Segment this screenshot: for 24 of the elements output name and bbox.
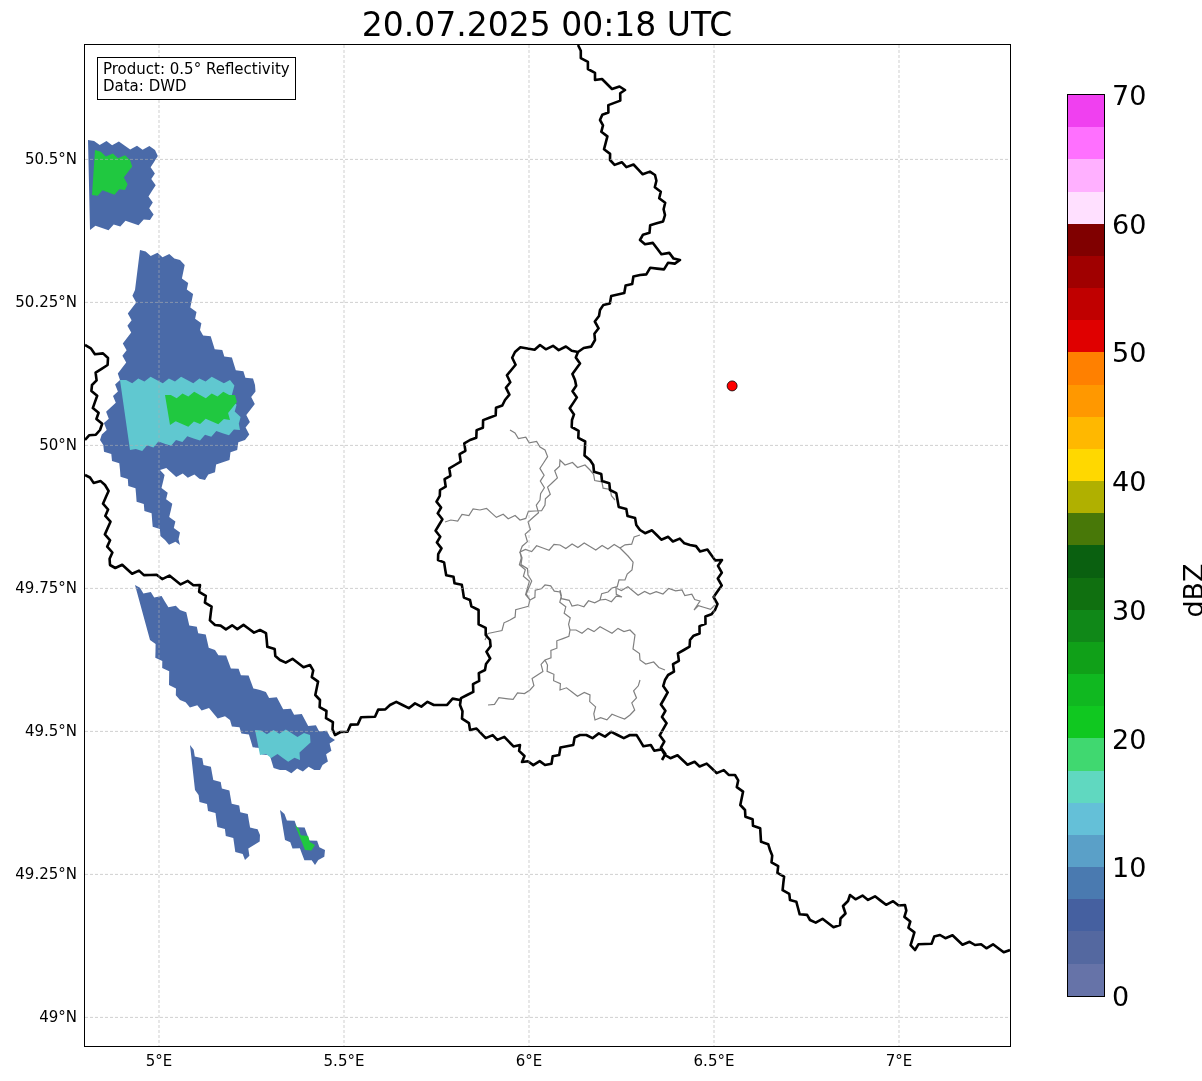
axis-tick-label: 50°N (39, 436, 77, 455)
axis-tick-label: 49.25°N (15, 865, 77, 884)
colorbar-tick-label: 50 (1112, 338, 1147, 366)
axis-tick-label: 6.5°E (693, 1052, 735, 1070)
axis-tick-label: 49.75°N (15, 579, 77, 598)
chart-title: 20.07.2025 00:18 UTC (360, 4, 734, 45)
axis-tick-label: 5°E (145, 1052, 173, 1070)
axis-tick-label: 50.5°N (24, 150, 77, 169)
axis-tick-label: 49°N (39, 1008, 77, 1027)
colorbar-tick-label: 70 (1112, 81, 1147, 109)
colorbar-tick-label: 30 (1112, 596, 1147, 624)
info-text: Product: 0.5° Reflectivity (103, 61, 290, 79)
colorbar-tick-label: 10 (1112, 853, 1147, 881)
colorbar-tick-label: 60 (1112, 210, 1147, 238)
axis-tick-label: 7°E (885, 1052, 913, 1070)
colorbar-tick-label: 0 (1112, 982, 1130, 1010)
axis-tick-label: 6°E (515, 1052, 543, 1070)
colorbar-tick-label: 20 (1112, 725, 1147, 753)
axis-tick-label: 49.5°N (24, 722, 77, 741)
axis-tick-label: 5.5°E (323, 1052, 365, 1070)
location-marker (726, 380, 738, 392)
colorbar-tick-label: 40 (1112, 467, 1147, 495)
axis-tick-label: 50.25°N (15, 293, 77, 312)
info-text: Data: DWD (103, 78, 188, 96)
